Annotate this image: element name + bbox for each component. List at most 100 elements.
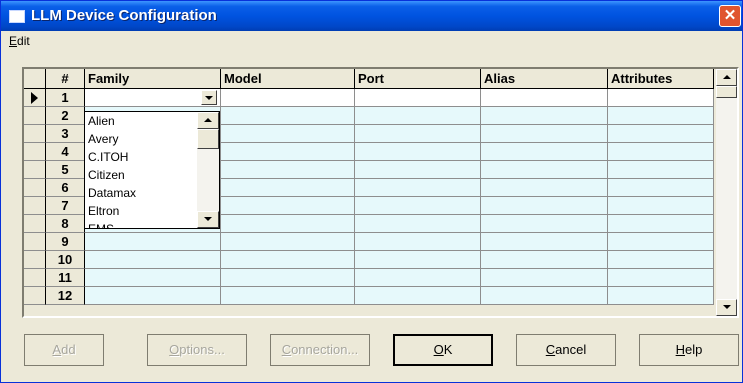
cell-attributes[interactable] bbox=[608, 233, 714, 251]
cell-port[interactable] bbox=[355, 251, 481, 269]
table-row[interactable]: 11 bbox=[24, 269, 714, 287]
cell-port[interactable] bbox=[355, 215, 481, 233]
row-selector[interactable] bbox=[24, 233, 46, 251]
family-option[interactable]: C.ITOH bbox=[85, 148, 197, 166]
menu-edit[interactable]: Edit bbox=[7, 34, 32, 48]
cell-attributes[interactable] bbox=[608, 89, 714, 107]
cell-attributes[interactable] bbox=[608, 251, 714, 269]
cell-alias[interactable] bbox=[481, 125, 608, 143]
family-option[interactable]: Alien bbox=[85, 112, 197, 130]
cell-family[interactable] bbox=[85, 251, 221, 269]
family-scroll-down-button[interactable] bbox=[197, 211, 219, 228]
cell-model[interactable] bbox=[221, 179, 355, 197]
cell-attributes[interactable] bbox=[608, 107, 714, 125]
column-header-alias[interactable]: Alias bbox=[481, 69, 608, 89]
cell-alias[interactable] bbox=[481, 161, 608, 179]
cell-alias[interactable] bbox=[481, 287, 608, 305]
cell-model[interactable] bbox=[221, 269, 355, 287]
column-header-number[interactable]: # bbox=[46, 69, 85, 89]
cell-alias[interactable] bbox=[481, 251, 608, 269]
cell-family[interactable] bbox=[85, 287, 221, 305]
column-header-model[interactable]: Model bbox=[221, 69, 355, 89]
cell-alias[interactable] bbox=[481, 89, 608, 107]
cell-attributes[interactable] bbox=[608, 125, 714, 143]
cell-port[interactable] bbox=[355, 89, 481, 107]
cell-attributes[interactable] bbox=[608, 161, 714, 179]
cell-port[interactable] bbox=[355, 269, 481, 287]
family-option[interactable]: Eltron bbox=[85, 202, 197, 220]
cell-attributes[interactable] bbox=[608, 143, 714, 161]
row-selector[interactable] bbox=[24, 287, 46, 305]
scroll-thumb[interactable] bbox=[716, 86, 737, 98]
cell-alias[interactable] bbox=[481, 197, 608, 215]
title-bar[interactable]: LLM Device Configuration ✕ bbox=[1, 1, 742, 31]
connection-button[interactable]: Connection... bbox=[270, 334, 370, 366]
cell-port[interactable] bbox=[355, 107, 481, 125]
column-header-port[interactable]: Port bbox=[355, 69, 481, 89]
cancel-button[interactable]: Cancel bbox=[516, 334, 616, 366]
table-row[interactable]: 10 bbox=[24, 251, 714, 269]
cell-attributes[interactable] bbox=[608, 215, 714, 233]
cell-alias[interactable] bbox=[481, 179, 608, 197]
scroll-up-button[interactable] bbox=[716, 69, 737, 86]
cell-port[interactable] bbox=[355, 287, 481, 305]
family-list-scrollbar[interactable] bbox=[197, 112, 219, 228]
cell-model[interactable] bbox=[221, 107, 355, 125]
cell-model[interactable] bbox=[221, 251, 355, 269]
family-option[interactable]: Datamax bbox=[85, 184, 197, 202]
cell-port[interactable] bbox=[355, 125, 481, 143]
cell-port[interactable] bbox=[355, 233, 481, 251]
cell-attributes[interactable] bbox=[608, 197, 714, 215]
table-row[interactable]: 1 bbox=[24, 89, 714, 107]
cell-port[interactable] bbox=[355, 161, 481, 179]
row-selector[interactable] bbox=[24, 161, 46, 179]
cell-model[interactable] bbox=[221, 197, 355, 215]
cell-model[interactable] bbox=[221, 287, 355, 305]
row-selector[interactable] bbox=[24, 89, 46, 107]
table-row[interactable]: 9 bbox=[24, 233, 714, 251]
ok-button[interactable]: OK bbox=[393, 334, 493, 366]
cell-model[interactable] bbox=[221, 125, 355, 143]
cell-alias[interactable] bbox=[481, 269, 608, 287]
options-button[interactable]: Options... bbox=[147, 334, 247, 366]
cell-alias[interactable] bbox=[481, 143, 608, 161]
row-selector[interactable] bbox=[24, 179, 46, 197]
cell-family[interactable] bbox=[85, 269, 221, 287]
row-selector[interactable] bbox=[24, 197, 46, 215]
cell-family[interactable] bbox=[85, 233, 221, 251]
column-header-family[interactable]: Family bbox=[85, 69, 221, 89]
family-option[interactable]: EMS bbox=[85, 220, 197, 228]
cell-alias[interactable] bbox=[481, 215, 608, 233]
row-selector[interactable] bbox=[24, 215, 46, 233]
cell-model[interactable] bbox=[221, 233, 355, 251]
family-scroll-up-button[interactable] bbox=[197, 112, 219, 129]
cell-port[interactable] bbox=[355, 143, 481, 161]
family-option[interactable]: Avery bbox=[85, 130, 197, 148]
row-selector[interactable] bbox=[24, 251, 46, 269]
cell-attributes[interactable] bbox=[608, 179, 714, 197]
cell-port[interactable] bbox=[355, 197, 481, 215]
column-header-attributes[interactable]: Attributes bbox=[608, 69, 714, 89]
table-row[interactable]: 12 bbox=[24, 287, 714, 305]
row-selector[interactable] bbox=[24, 269, 46, 287]
scroll-down-button[interactable] bbox=[716, 299, 737, 316]
add-button[interactable]: Add bbox=[24, 334, 104, 366]
cell-port[interactable] bbox=[355, 179, 481, 197]
family-scroll-thumb[interactable] bbox=[197, 129, 219, 149]
family-option[interactable]: Citizen bbox=[85, 166, 197, 184]
family-combobox[interactable] bbox=[85, 89, 221, 107]
cell-attributes[interactable] bbox=[608, 287, 714, 305]
cell-model[interactable] bbox=[221, 215, 355, 233]
row-selector[interactable] bbox=[24, 143, 46, 161]
family-dropdown-button[interactable] bbox=[201, 90, 217, 105]
family-dropdown-list[interactable]: Alien Avery C.ITOH Citizen Datamax Eltron EMS bbox=[84, 111, 220, 229]
cell-alias[interactable] bbox=[481, 233, 608, 251]
help-button[interactable]: Help bbox=[639, 334, 739, 366]
row-selector[interactable] bbox=[24, 107, 46, 125]
cell-alias[interactable] bbox=[481, 107, 608, 125]
cell-model[interactable] bbox=[221, 161, 355, 179]
cell-model[interactable] bbox=[221, 143, 355, 161]
cell-model[interactable] bbox=[221, 89, 355, 107]
close-button[interactable]: ✕ bbox=[719, 5, 741, 27]
grid-vertical-scrollbar[interactable] bbox=[716, 69, 737, 316]
